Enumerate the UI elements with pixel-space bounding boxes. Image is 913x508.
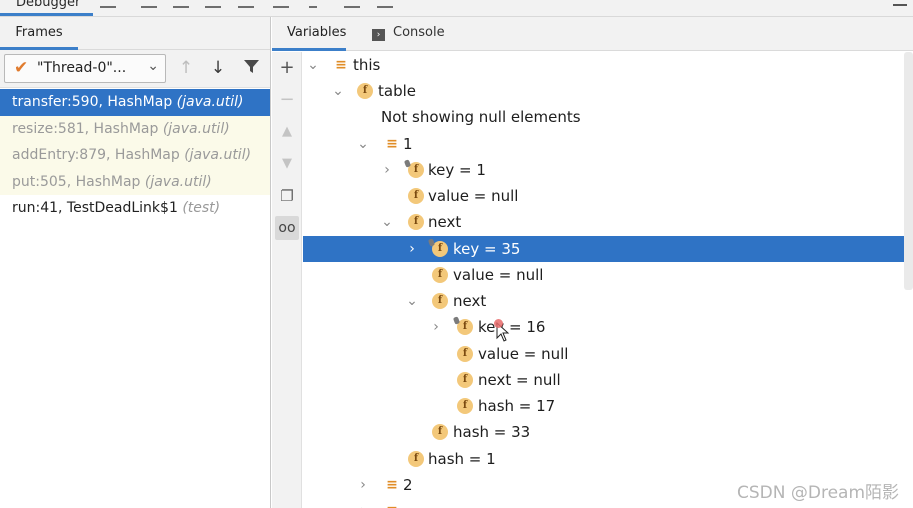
chevron-right-icon[interactable]: › (380, 157, 394, 183)
tab-frames[interactable]: Frames (0, 17, 78, 50)
chevron-right-icon[interactable]: › (429, 314, 443, 340)
force-step-into-icon[interactable] (205, 0, 221, 8)
tab-variables[interactable]: Variables (272, 17, 346, 51)
frames-panel: Frames ✔ "Thread-0"... ⌄ ↑ ↓ transfer:59… (0, 17, 271, 508)
tree-row[interactable]: f value = null (303, 341, 913, 367)
vertical-scrollbar[interactable] (904, 52, 913, 290)
frame-item[interactable]: put:505, HashMap (java.util) (0, 168, 270, 195)
array-icon: ≡ (335, 57, 347, 73)
step-out-icon[interactable] (238, 0, 254, 8)
array-icon: ≡ (386, 477, 398, 493)
glasses-icon[interactable]: oo (275, 216, 299, 240)
chevron-down-icon[interactable]: ⌄ (331, 78, 345, 104)
field-icon: f (432, 424, 448, 440)
array-icon: ≡ (384, 503, 400, 508)
frames-header: Frames (0, 17, 270, 50)
chevron-right-icon[interactable]: › (356, 498, 370, 508)
menu-icon[interactable] (100, 0, 116, 8)
copy-icon[interactable]: ❐ (275, 184, 299, 208)
remove-watch-icon[interactable]: − (275, 88, 299, 112)
variables-header: Variables › Console (272, 17, 913, 51)
trace-icon[interactable] (377, 0, 393, 8)
array-icon: ≡ (386, 136, 398, 152)
field-icon: f (457, 398, 473, 414)
debugger-tab[interactable]: Debugger (0, 0, 93, 16)
field-icon: f (432, 267, 448, 283)
chevron-right-icon[interactable]: › (356, 472, 370, 498)
tree-row[interactable]: › f key = 1 (303, 157, 913, 183)
tree-row[interactable]: ⌄ f next (303, 209, 913, 235)
field-icon: f (457, 372, 473, 388)
run-to-cursor-icon[interactable] (309, 0, 317, 8)
watermark: CSDN @Dream陌影 (736, 483, 899, 503)
filter-icon[interactable] (241, 58, 261, 78)
variables-side-toolbar: + − ▲ ▼ ❐ oo (272, 52, 302, 508)
chevron-down-icon[interactable]: ⌄ (380, 209, 394, 235)
tree-row[interactable]: f value = null (303, 183, 913, 209)
field-icon: f (457, 346, 473, 362)
field-icon: f (408, 451, 424, 467)
tree-row[interactable]: ⌄ f next (303, 288, 913, 314)
chevron-down-icon[interactable]: ⌄ (306, 52, 320, 78)
field-icon: f (357, 83, 373, 99)
frame-list: transfer:590, HashMap (java.util) resize… (0, 89, 270, 222)
tree-row[interactable]: f value = null (303, 262, 913, 288)
field-icon: f (452, 316, 473, 335)
arrow-up-icon[interactable]: ↑ (176, 58, 196, 78)
step-into-icon[interactable] (173, 0, 189, 8)
frame-item[interactable]: run:41, TestDeadLink$1 (test) (0, 195, 270, 222)
frame-item[interactable]: addEntry:879, HashMap (java.util) (0, 142, 270, 169)
variables-panel: Variables › Console + − ▲ ▼ ❐ oo ⌄ ≡ this… (272, 17, 913, 508)
chevron-down-icon: ⌄ (147, 58, 159, 74)
debugger-toolbar: Debugger (0, 0, 913, 17)
tree-row[interactable]: f hash = 1 (303, 446, 913, 472)
tab-console[interactable]: › Console (372, 17, 445, 51)
evaluate-icon[interactable] (344, 0, 360, 8)
checkmark-icon: ✔ (14, 58, 29, 78)
thread-dropdown-value: "Thread-0"... (37, 60, 127, 76)
mouse-cursor-icon (494, 319, 510, 342)
tree-row[interactable]: ⌄ f table (303, 78, 913, 104)
field-icon: f (408, 188, 424, 204)
field-icon: f (403, 159, 424, 178)
move-up-icon[interactable]: ▲ (275, 120, 299, 144)
field-icon: f (408, 214, 424, 230)
chevron-down-icon[interactable]: ⌄ (405, 288, 419, 314)
arrow-down-icon[interactable]: ↓ (208, 58, 228, 78)
tree-row[interactable]: f next = null (303, 367, 913, 393)
tree-row[interactable]: › f key = 16 (303, 314, 913, 340)
field-icon: f (427, 238, 448, 257)
thread-dropdown[interactable]: ✔ "Thread-0"... ⌄ (4, 54, 166, 83)
tree-row[interactable]: f hash = 17 (303, 393, 913, 419)
drop-frame-icon[interactable] (273, 0, 289, 8)
chevron-right-icon[interactable]: › (405, 236, 419, 262)
field-icon: f (432, 293, 448, 309)
console-icon: › (372, 29, 385, 41)
tree-row[interactable]: ⌄ ≡ this (303, 52, 913, 78)
tree-row[interactable]: f hash = 33 (303, 419, 913, 445)
step-over-icon[interactable] (141, 0, 157, 8)
thread-toolbar: ✔ "Thread-0"... ⌄ ↑ ↓ (0, 50, 270, 88)
frame-item[interactable]: resize:581, HashMap (java.util) (0, 115, 270, 142)
frame-item[interactable]: transfer:590, HashMap (java.util) (0, 89, 270, 116)
variables-tree: ⌄ ≡ this ⌄ f table Not showing null elem… (303, 52, 913, 508)
tree-row[interactable]: ⌄ ≡ 1 (303, 131, 913, 157)
more-options-icon[interactable] (893, 0, 907, 6)
tree-row: Not showing null elements (381, 108, 581, 126)
add-watch-icon[interactable]: + (275, 56, 299, 80)
tree-row-selected[interactable]: › f key = 35 (303, 236, 913, 262)
move-down-icon[interactable]: ▼ (275, 152, 299, 176)
chevron-down-icon[interactable]: ⌄ (356, 131, 370, 157)
